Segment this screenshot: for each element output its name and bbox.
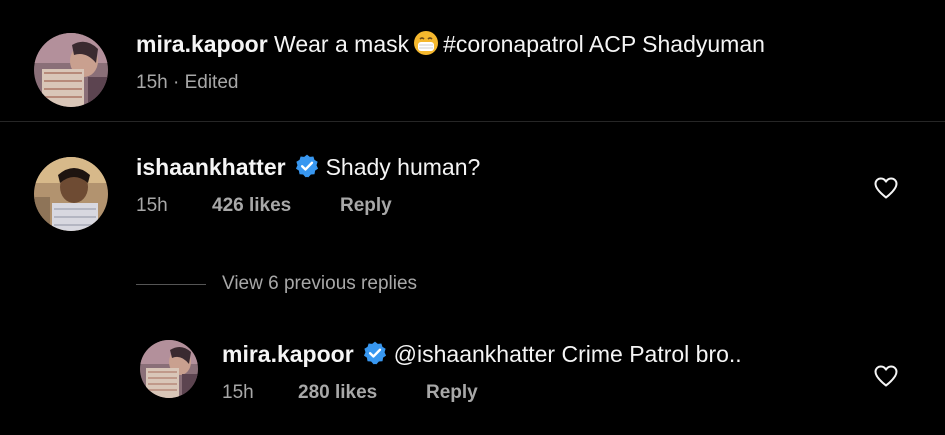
caption-time: 15h xyxy=(136,72,168,93)
caption-edited: Edited xyxy=(184,72,239,93)
caption-divider xyxy=(0,121,945,122)
caption-username[interactable]: mira.kapoor xyxy=(136,31,268,57)
verified-badge-icon xyxy=(294,153,320,185)
reply-avatar[interactable] xyxy=(140,340,198,398)
comment-text: Shady human? xyxy=(325,154,481,180)
reply-text: @ishaankhatter Crime Patrol bro.. xyxy=(393,341,742,367)
reply-reply-wrap: Reply xyxy=(426,381,478,405)
caption-text-start: Wear a mask xyxy=(274,31,410,57)
mask-emoji-icon xyxy=(413,30,439,62)
comment-reply-wrap: Reply xyxy=(340,194,392,218)
view-replies-line xyxy=(136,284,206,285)
comment-likes-wrap: 426 likes xyxy=(212,194,291,218)
comment-meta: 15h xyxy=(136,194,168,218)
comment-username[interactable]: ishaankhatter xyxy=(136,154,286,180)
reply-like-heart-icon[interactable] xyxy=(873,364,899,393)
caption-avatar[interactable] xyxy=(34,33,108,107)
comment-likes[interactable]: 426 likes xyxy=(212,195,291,216)
comment-like-heart-icon[interactable] xyxy=(873,176,899,205)
reply-time: 15h xyxy=(222,382,254,403)
caption-separator: · xyxy=(172,72,180,93)
reply-likes-wrap: 280 likes xyxy=(298,381,377,405)
comment-avatar[interactable] xyxy=(34,157,108,231)
reply-line: mira.kapoor @ishaankhatter Crime Patrol … xyxy=(222,340,742,372)
reply-username[interactable]: mira.kapoor xyxy=(222,341,354,367)
reply-reply-button[interactable]: Reply xyxy=(426,382,478,403)
reply-meta: 15h xyxy=(222,381,254,405)
caption-meta: 15h · Edited xyxy=(136,71,238,95)
verified-badge-icon xyxy=(362,340,388,372)
comment-line: ishaankhatter Shady human? xyxy=(136,153,480,185)
comment-reply-button[interactable]: Reply xyxy=(340,195,392,216)
caption-line: mira.kapoor Wear a mask #coronapatrol AC… xyxy=(136,30,765,62)
reply-likes[interactable]: 280 likes xyxy=(298,382,377,403)
view-previous-replies-button[interactable]: View 6 previous replies xyxy=(222,272,417,296)
caption-text-end: #coronapatrol ACP Shadyuman xyxy=(443,31,765,57)
comment-time: 15h xyxy=(136,195,168,216)
